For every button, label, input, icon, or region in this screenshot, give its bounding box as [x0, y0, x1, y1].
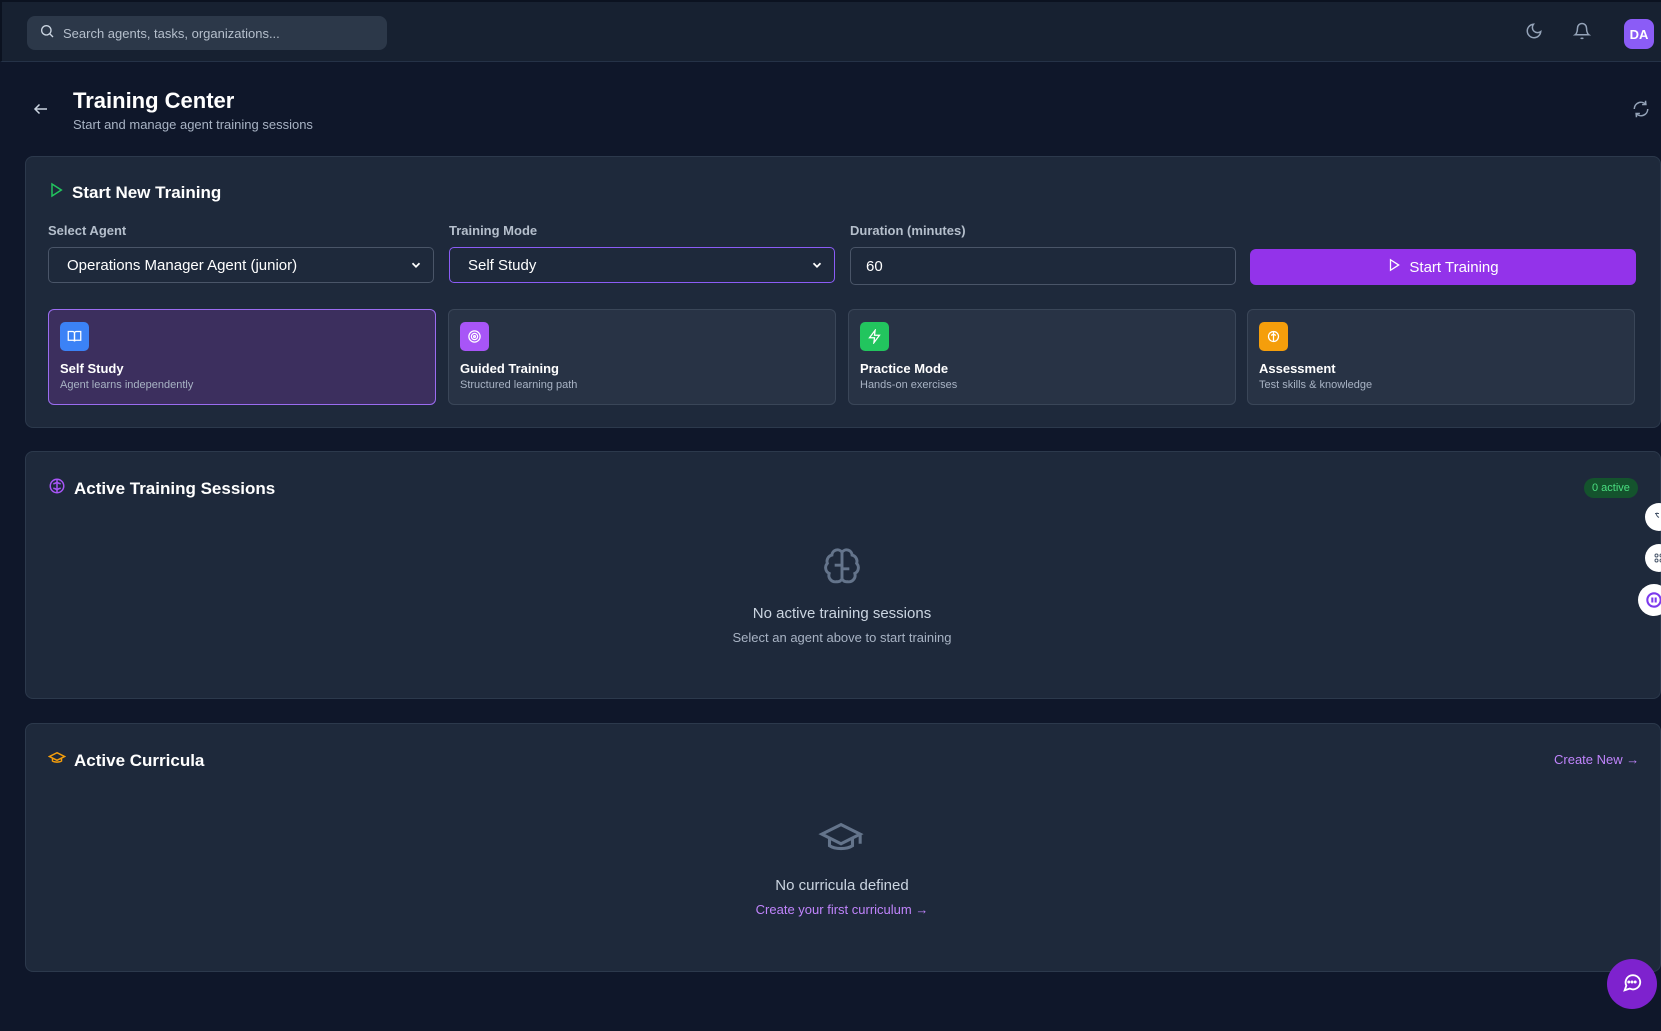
- chat-button[interactable]: [1607, 959, 1657, 1009]
- agent-select-value: Operations Manager Agent (junior): [67, 256, 298, 274]
- start-training-title: Start New Training: [72, 182, 222, 202]
- mode-desc: Structured learning path: [460, 379, 578, 391]
- duration-input[interactable]: 60: [850, 247, 1236, 285]
- sessions-empty-sub: Select an agent above to start training: [732, 630, 952, 645]
- mode-name: Guided Training: [460, 361, 559, 376]
- start-training-label: Start Training: [1409, 258, 1499, 276]
- brain-icon: [48, 477, 66, 500]
- target-icon: [460, 322, 489, 351]
- play-icon: [1387, 258, 1401, 276]
- top-bar: DA: [0, 0, 1661, 62]
- curricula-empty-title: No curricula defined: [775, 877, 909, 894]
- brain-icon: [1259, 322, 1288, 351]
- sessions-empty-title: No active training sessions: [752, 605, 932, 622]
- start-training-header: Start New Training: [48, 182, 221, 203]
- duration-label: Duration (minutes): [850, 223, 966, 238]
- play-icon: [48, 182, 64, 203]
- mode-name: Self Study: [60, 361, 124, 376]
- start-training-button[interactable]: Start Training: [1250, 249, 1636, 285]
- sessions-title: Active Training Sessions: [74, 478, 276, 498]
- duration-value: 60: [866, 257, 883, 275]
- moon-icon[interactable]: [1525, 22, 1543, 40]
- mode-label: Training Mode: [449, 223, 538, 238]
- mode-select[interactable]: Self Study: [449, 247, 835, 283]
- book-icon: [60, 322, 89, 351]
- mode-desc: Test skills & knowledge: [1259, 379, 1373, 391]
- page-title: Training Center: [73, 88, 235, 113]
- chevron-down-icon: [810, 258, 824, 276]
- page-subtitle: Start and manage agent training sessions: [73, 117, 313, 132]
- create-new-link[interactable]: Create New →: [1554, 752, 1639, 767]
- curricula-header: Active Curricula: [47, 749, 205, 772]
- agent-label: Select Agent: [48, 223, 127, 238]
- agent-select[interactable]: Operations Manager Agent (junior): [48, 247, 434, 283]
- curricula-title: Active Curricula: [74, 750, 205, 770]
- mode-card-practice-mode[interactable]: Practice Mode Hands-on exercises: [848, 309, 1236, 405]
- mode-card-self-study[interactable]: Self Study Agent learns independently: [48, 309, 436, 405]
- search-input[interactable]: [63, 25, 363, 41]
- search-bar[interactable]: [27, 16, 387, 50]
- brain-icon: [820, 545, 864, 594]
- mode-card-guided-training[interactable]: Guided Training Structured learning path: [448, 309, 836, 405]
- chevron-down-icon: [409, 258, 423, 276]
- graduation-cap-icon: [47, 749, 67, 772]
- create-first-curriculum-link[interactable]: Create your first curriculum →: [642, 902, 1042, 917]
- graduation-cap-icon: [818, 815, 864, 866]
- bolt-icon: [860, 322, 889, 351]
- mode-name: Practice Mode: [860, 361, 949, 376]
- mode-desc: Hands-on exercises: [860, 379, 958, 391]
- avatar[interactable]: DA: [1624, 19, 1654, 49]
- back-arrow-icon[interactable]: [32, 100, 50, 123]
- mode-name: Assessment: [1259, 361, 1336, 376]
- mode-select-value: Self Study: [468, 256, 537, 274]
- sessions-header: Active Training Sessions: [48, 477, 275, 500]
- bell-icon[interactable]: [1573, 22, 1591, 40]
- search-icon: [39, 23, 55, 44]
- chat-icon: [1621, 971, 1643, 998]
- refresh-icon[interactable]: [1632, 100, 1650, 123]
- mode-desc: Agent learns independently: [60, 379, 194, 391]
- status-badge: 0 active: [1584, 478, 1638, 498]
- mode-card-assessment[interactable]: Assessment Test skills & knowledge: [1247, 309, 1635, 405]
